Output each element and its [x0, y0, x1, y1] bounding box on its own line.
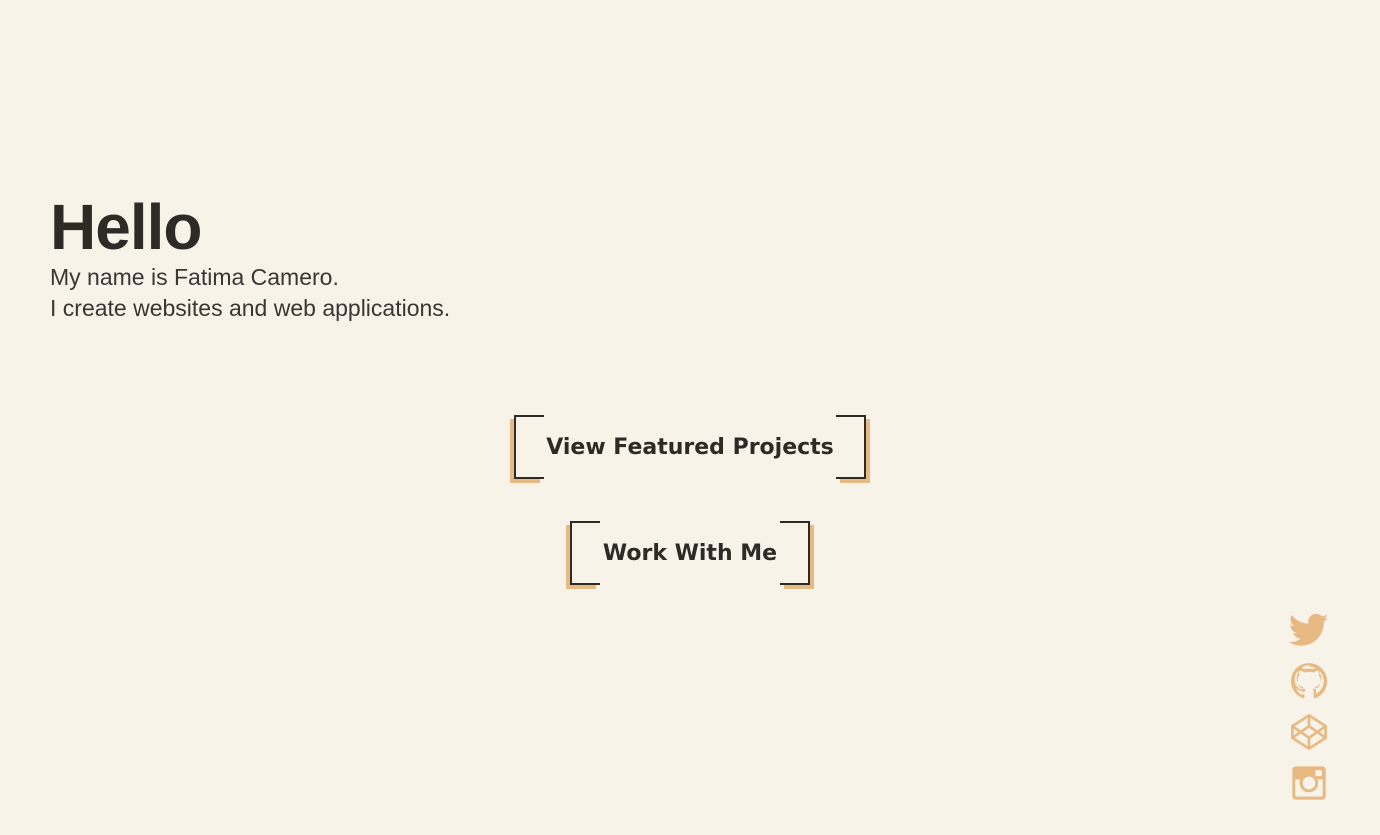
- bracket-left: [570, 521, 600, 585]
- social-links: [1288, 610, 1330, 814]
- bracket-right: [836, 415, 866, 479]
- bracket-right: [780, 521, 810, 585]
- view-featured-projects-button[interactable]: View Featured Projects: [514, 415, 866, 479]
- codepen-link[interactable]: [1288, 712, 1330, 752]
- instagram-link[interactable]: [1288, 763, 1330, 803]
- work-with-me-label: Work With Me: [602, 540, 778, 566]
- codepen-icon: [1291, 714, 1327, 750]
- github-icon: [1291, 663, 1328, 699]
- work-with-me-button[interactable]: Work With Me: [570, 521, 810, 585]
- hero-heading: Hello: [50, 191, 202, 263]
- twitter-link[interactable]: [1288, 610, 1330, 650]
- view-featured-projects-label: View Featured Projects: [546, 434, 834, 460]
- intro-name-line: My name is Fatima Camero.: [50, 264, 339, 290]
- instagram-icon: [1292, 766, 1326, 800]
- intro-block: Hello My name is Fatima Camero. I create…: [50, 192, 450, 324]
- twitter-icon: [1288, 613, 1329, 646]
- github-link[interactable]: [1288, 661, 1330, 701]
- bracket-left: [514, 415, 544, 479]
- intro-tagline: I create websites and web applications.: [50, 295, 451, 321]
